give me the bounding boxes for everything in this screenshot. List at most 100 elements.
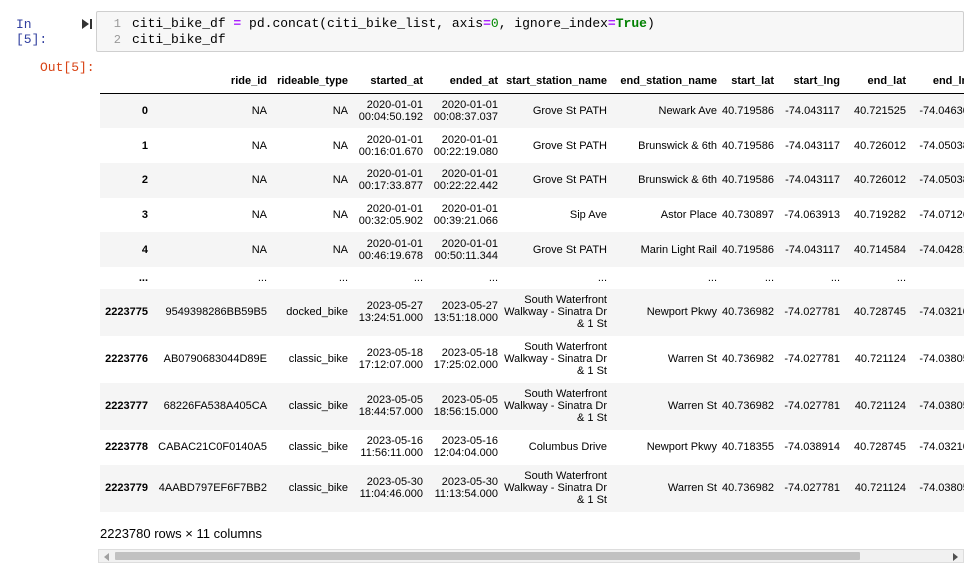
table-cell: classic_bike xyxy=(288,353,348,366)
table-cell: 40.718355 xyxy=(722,441,774,454)
table-cell: classic_bike xyxy=(288,400,348,413)
table-cell: -74.027781 xyxy=(784,482,840,495)
table-cell: -74.046305 xyxy=(919,105,964,118)
table-cell: -74.032108 xyxy=(919,441,964,454)
table-cell: 40.726012 xyxy=(854,174,906,187)
dataframe-table: ride_id rideable_type started_at ended_at st… xyxy=(100,69,964,512)
table-cell: 40.736982 xyxy=(722,306,774,319)
column-header: ended_at xyxy=(428,69,503,94)
table-cell: ... xyxy=(911,267,964,289)
chevron-right-icon[interactable] xyxy=(950,552,960,562)
table-cell: -74.038914 xyxy=(784,441,840,454)
table-cell: 2020-01-01 00:08:37.037 xyxy=(433,99,498,124)
table-cell: classic_bike xyxy=(288,441,348,454)
code-token: , ignore_index xyxy=(498,16,608,31)
table-cell: ... xyxy=(896,271,906,284)
table-cell: -74.050389 xyxy=(919,174,964,187)
table-cell: 40.721124 xyxy=(854,482,906,495)
table-cell: -74.063913 xyxy=(784,208,840,221)
row-index: 3 xyxy=(141,208,148,221)
code-keyword: True xyxy=(615,16,647,31)
table-cell: 2020-01-01 00:50:11.344 xyxy=(434,237,498,262)
table-cell: Brunswick & 6th xyxy=(638,174,717,187)
table-row: 2223777 68226FA538A405CA classic_bike 2023-… xyxy=(100,382,964,430)
table-cell: CABAC21C0F0140A5 xyxy=(158,441,267,454)
table-row: 2223776 AB0790683044D89E classic_bike 2023-… xyxy=(100,336,964,383)
code-operator: = xyxy=(483,16,491,31)
table-cell: 40.736982 xyxy=(722,353,774,366)
table-cell: -74.050389 xyxy=(919,139,964,152)
code-token: citi_bike_df xyxy=(132,16,234,31)
table-cell: Sip Ave xyxy=(569,208,607,221)
table-cell: -74.043117 xyxy=(785,105,840,118)
table-header-row: ride_id rideable_type started_at ended_at st… xyxy=(100,69,964,94)
table-cell: 2023-05-16 11:56:11.000 xyxy=(360,435,423,460)
table-cell: -74.032108 xyxy=(919,306,964,319)
table-cell: Grove St PATH xyxy=(532,243,607,256)
input-prompt: In [5]: xyxy=(16,17,48,47)
table-cell: 2020-01-01 00:46:19.678 xyxy=(358,237,423,262)
column-header: start_lat xyxy=(722,69,779,94)
table-cell: Grove St PATH xyxy=(532,174,607,187)
code-line-1[interactable]: citi_bike_df = pd.concat(citi_bike_list,… xyxy=(132,16,655,32)
table-cell: NA xyxy=(332,139,348,152)
table-cell: 40.721525 xyxy=(854,105,906,118)
table-cell: docked_bike xyxy=(286,306,348,319)
table-cell: -74.027781 xyxy=(784,353,840,366)
code-cell-editor[interactable]: 1 2 citi_bike_df = pd.concat(citi_bike_l… xyxy=(96,11,964,52)
line-number-gutter: 1 2 xyxy=(97,12,124,51)
code-line-2[interactable]: citi_bike_df xyxy=(132,32,226,48)
table-cell: 40.721124 xyxy=(854,400,906,413)
table-cell: AB0790683044D89E xyxy=(163,353,267,366)
row-index: ... xyxy=(138,271,148,284)
table-cell: -74.038051 xyxy=(919,400,964,413)
run-cell-icon[interactable] xyxy=(81,18,93,30)
table-cell: South Waterfront Walkway - Sinatra Dr & … xyxy=(504,341,607,378)
line-number: 1 xyxy=(113,17,121,31)
horizontal-scrollbar[interactable] xyxy=(98,549,964,563)
table-row: 2 NA NA 2020-01-01 00:17:33.877 2020-01-01 0… xyxy=(100,162,964,198)
table-cell: 68226FA538A405CA xyxy=(163,400,267,413)
table-cell: 2023-05-18 17:25:02.000 xyxy=(433,347,498,372)
row-index: 4 xyxy=(141,243,148,256)
column-header: ride_id xyxy=(153,69,272,94)
table-cell: -74.042817 xyxy=(919,243,964,256)
table-cell: 40.719282 xyxy=(854,208,906,221)
table-cell: Newark Ave xyxy=(658,105,718,118)
table-cell: Warren St xyxy=(667,353,717,366)
table-cell: 40.728745 xyxy=(854,441,906,454)
table-cell: 40.721124 xyxy=(854,353,906,366)
table-cell: Marin Light Rail xyxy=(640,243,717,256)
chevron-left-icon[interactable] xyxy=(102,552,112,562)
line-number: 2 xyxy=(113,33,121,47)
table-cell: South Waterfront Walkway - Sinatra Dr & … xyxy=(504,294,607,331)
code-operator: = xyxy=(607,16,616,31)
table-cell: 2020-01-01 00:39:21.066 xyxy=(433,202,498,227)
table-cell: NA xyxy=(251,243,267,256)
table-row: 2223775 9549398286BB59B5 docked_bike 2023-0… xyxy=(100,288,964,336)
table-cell: 2020-01-01 00:22:19.080 xyxy=(433,133,498,158)
table-cell: ... xyxy=(257,271,267,284)
table-row: 1 NA NA 2020-01-01 00:16:01.670 2020-01-01 0… xyxy=(100,128,964,163)
table-cell: -74.071262 xyxy=(919,208,964,221)
table-cell: South Waterfront Walkway - Sinatra Dr & … xyxy=(504,470,607,507)
table-cell: Astor Place xyxy=(660,208,717,221)
table-cell: 2020-01-01 00:32:05.902 xyxy=(358,202,423,227)
table-cell: 2020-01-01 00:04:50.192 xyxy=(358,99,423,124)
table-cell: ... xyxy=(830,271,840,284)
table-cell: 40.736982 xyxy=(722,482,774,495)
table-cell: -74.038051 xyxy=(919,353,964,366)
table-cell: NA xyxy=(332,105,348,118)
table-row: 2223779 4AABD797EF6F7BB2 classic_bike 2023-… xyxy=(100,464,964,512)
table-cell: 9549398286BB59B5 xyxy=(165,306,267,319)
table-cell: ... xyxy=(413,271,423,284)
code-number: 0 xyxy=(490,16,499,31)
table-row: ................................. xyxy=(100,267,964,289)
table-cell: NA xyxy=(251,105,267,118)
row-index: 2223775 xyxy=(105,306,148,319)
table-cell: 4AABD797EF6F7BB2 xyxy=(158,482,267,495)
table-cell: ... xyxy=(338,271,348,284)
scrollbar-thumb[interactable] xyxy=(115,552,860,560)
output-prompt: Out[5]: xyxy=(40,60,95,75)
table-cell: Newport Pkwy xyxy=(646,306,717,319)
